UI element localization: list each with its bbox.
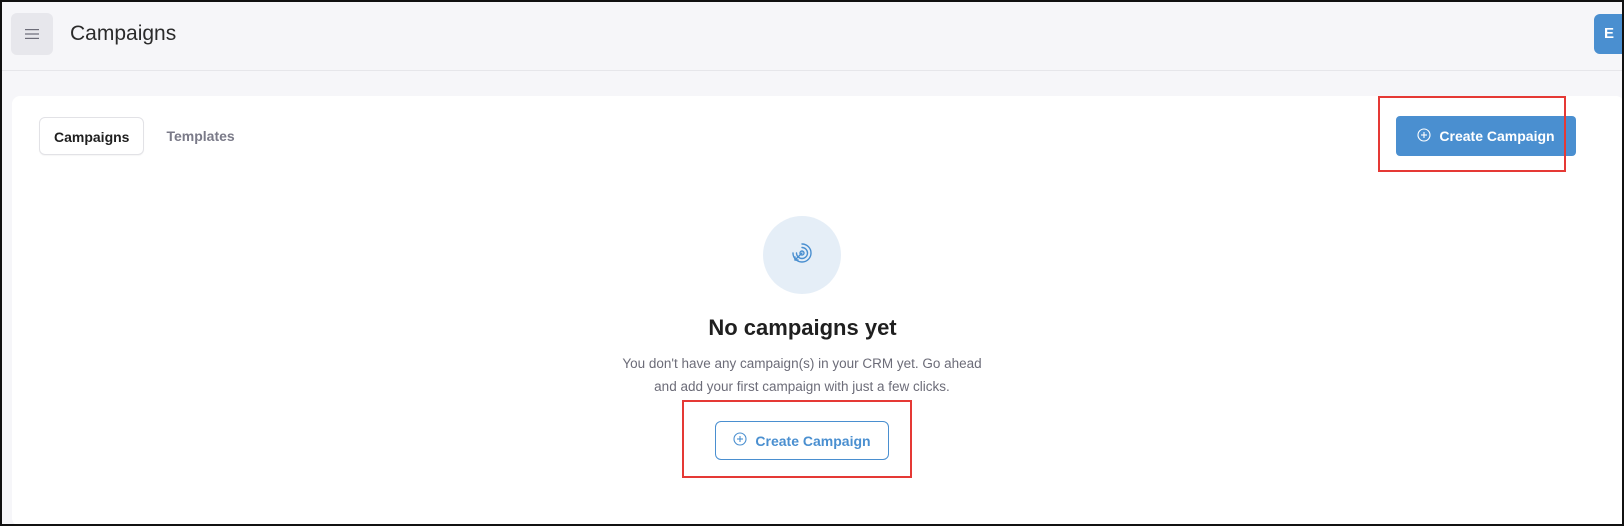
plus-circle-icon [733, 432, 755, 449]
empty-state-create-campaign-button[interactable]: Create Campaign [715, 421, 889, 460]
hamburger-menu-icon [24, 28, 40, 40]
campaigns-card: Campaigns Templates Create Campaign No c… [12, 96, 1622, 524]
empty-state-icon-circle [763, 216, 841, 294]
empty-state-button-label: Create Campaign [755, 432, 871, 449]
create-campaign-label: Create Campaign [1439, 128, 1555, 144]
page-title: Campaigns [70, 22, 177, 45]
user-avatar[interactable]: E [1594, 14, 1622, 54]
app-window: Campaigns E Campaigns Templates Create C… [0, 0, 1624, 526]
empty-state-description: You don't have any campaign(s) in your C… [622, 356, 982, 394]
plus-circle-icon [1417, 127, 1439, 145]
tab-templates[interactable]: Templates [152, 117, 248, 155]
tab-bar: Campaigns Templates [39, 117, 249, 155]
top-header: Campaigns E [2, 2, 1622, 71]
empty-state-title: No campaigns yet [708, 315, 897, 340]
target-icon [790, 241, 814, 270]
menu-button[interactable] [11, 13, 53, 55]
create-campaign-button[interactable]: Create Campaign [1396, 116, 1576, 156]
tab-campaigns[interactable]: Campaigns [39, 117, 145, 155]
